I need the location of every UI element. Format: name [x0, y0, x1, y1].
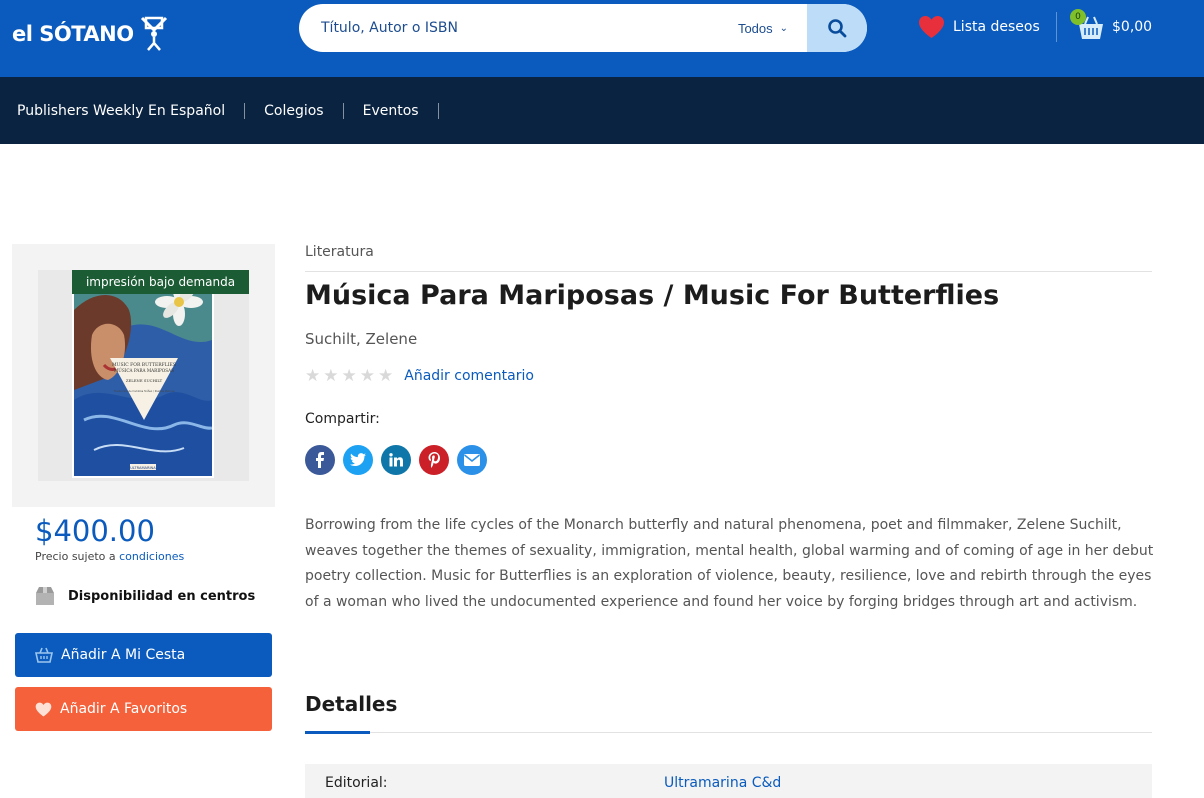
- cart-total: $0,00: [1112, 19, 1153, 35]
- logo-mark-icon: [140, 16, 167, 51]
- site-logo[interactable]: el SÓTANO: [12, 14, 168, 54]
- product-price: $400.00: [35, 514, 155, 548]
- cart-count-badge: 0: [1070, 9, 1086, 25]
- add-to-favorites-button[interactable]: Añadir A Favoritos: [15, 687, 272, 731]
- book-cover-image: MUSIC FOR BUTTERFLIES MÚSICA PARA MARIPO…: [72, 278, 214, 478]
- search-icon: [828, 19, 847, 38]
- nav-divider: [342, 102, 344, 119]
- nav-divider: [437, 102, 439, 119]
- search-bar: Todos ⌄: [299, 4, 867, 52]
- product-category[interactable]: Literatura: [305, 244, 374, 260]
- nav-item-eventos[interactable]: Eventos: [363, 103, 419, 119]
- share-label: Compartir:: [305, 411, 380, 427]
- details-tab-indicator: [305, 731, 370, 734]
- star-icon: ★: [378, 366, 394, 385]
- product-description: Borrowing from the life cycles of the Mo…: [305, 517, 1154, 610]
- heart-icon: [35, 702, 52, 716]
- product-author[interactable]: Suchilt, Zelene: [305, 330, 417, 348]
- star-icon: ★: [359, 366, 375, 385]
- cover-translators: Traducción de Carolina Núñez / Paulina P…: [113, 390, 175, 393]
- twitter-share-button[interactable]: [343, 445, 373, 475]
- share-buttons: [305, 445, 495, 475]
- main-nav: Publishers Weekly En Español Colegios Ev…: [0, 77, 1204, 144]
- star-icon: ★: [305, 366, 321, 385]
- star-icon: ★: [341, 366, 357, 385]
- heart-icon: [919, 16, 944, 38]
- logo-text: el SÓTANO: [12, 22, 134, 46]
- details-row-editorial: Editorial: Ultramarina C&d: [305, 764, 1152, 798]
- search-input[interactable]: [299, 4, 715, 52]
- star-icon: ★: [323, 366, 339, 385]
- rating-row: ★ ★ ★ ★ ★ Añadir comentario: [305, 366, 534, 386]
- product-title: Música Para Mariposas / Music For Butter…: [305, 280, 1000, 311]
- add-to-cart-button[interactable]: Añadir A Mi Cesta: [15, 633, 272, 677]
- product-image-panel: MUSIC FOR BUTTERFLIES MÚSICA PARA MARIPO…: [12, 244, 275, 507]
- divider: [305, 732, 1152, 733]
- twitter-icon: [350, 453, 366, 466]
- details-heading[interactable]: Detalles: [305, 692, 397, 716]
- product-image-frame[interactable]: MUSIC FOR BUTTERFLIES MÚSICA PARA MARIPO…: [38, 270, 249, 481]
- add-to-favorites-label: Añadir A Favoritos: [60, 701, 188, 717]
- book-cover-art: MUSIC FOR BUTTERFLIES MÚSICA PARA MARIPO…: [74, 280, 212, 476]
- conditions-link[interactable]: condiciones: [119, 550, 184, 563]
- publisher-link[interactable]: Ultramarina C&d: [664, 775, 781, 791]
- email-share-button[interactable]: [457, 445, 487, 475]
- details-label: Editorial:: [325, 775, 388, 791]
- divider: [305, 271, 1152, 272]
- cover-author: ZELENE SUCHILT: [126, 378, 163, 383]
- nav-divider: [244, 102, 246, 119]
- wishlist-label: Lista deseos: [953, 19, 1040, 35]
- pinterest-share-button[interactable]: [419, 445, 449, 475]
- availability-link[interactable]: Disponibilidad en centros: [35, 586, 255, 606]
- email-icon: [464, 454, 480, 466]
- availability-label: Disponibilidad en centros: [68, 588, 256, 604]
- cover-publisher: ULTRAMARINA: [130, 466, 156, 470]
- store-box-icon: [36, 587, 54, 605]
- linkedin-share-button[interactable]: [381, 445, 411, 475]
- search-button[interactable]: [807, 4, 867, 52]
- top-header: el SÓTANO Todos ⌄ Lista deseos: [0, 0, 1204, 77]
- header-divider: [1056, 12, 1057, 42]
- basket-icon: [35, 647, 53, 663]
- add-comment-link[interactable]: Añadir comentario: [404, 368, 534, 384]
- chevron-down-icon: ⌄: [779, 22, 789, 34]
- cart-icon-wrap: 0: [1070, 9, 1106, 42]
- nav-item-colegios[interactable]: Colegios: [264, 103, 323, 119]
- add-to-cart-label: Añadir A Mi Cesta: [61, 647, 186, 663]
- search-category-select[interactable]: Todos ⌄: [719, 4, 807, 52]
- facebook-icon: [316, 452, 324, 468]
- print-on-demand-badge: impresión bajo demanda: [72, 270, 249, 294]
- cover-title-line2: MÚSICA PARA MARIPOSAS: [114, 368, 174, 373]
- price-note-text: Precio sujeto a: [35, 550, 120, 563]
- linkedin-icon: [389, 453, 403, 467]
- pinterest-icon: [428, 451, 440, 468]
- cart-link[interactable]: 0 $0,00: [1070, 9, 1153, 44]
- nav-item-publishers-weekly[interactable]: Publishers Weekly En Español: [17, 103, 225, 119]
- search-category-label: Todos: [737, 20, 773, 36]
- price-note: Precio sujeto a condiciones: [35, 550, 184, 563]
- facebook-share-button[interactable]: [305, 445, 335, 475]
- wishlist-link[interactable]: Lista deseos: [918, 13, 1040, 41]
